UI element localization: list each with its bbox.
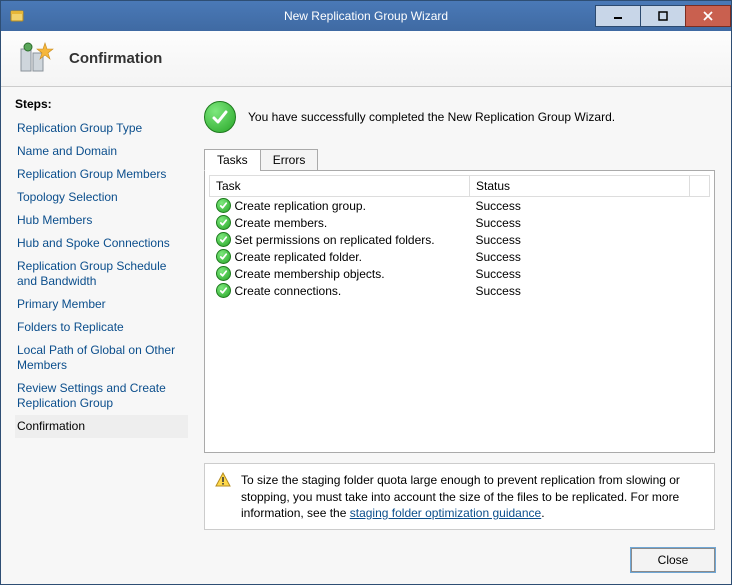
app-icon [7, 6, 27, 26]
success-check-icon [216, 283, 231, 298]
warning-icon [215, 472, 231, 488]
status-cell: Success [470, 248, 690, 265]
success-check-icon [216, 232, 231, 247]
wizard-step[interactable]: Replication Group Type [15, 117, 188, 140]
page-title: Confirmation [69, 50, 162, 67]
success-message: You have successfully completed the New … [248, 110, 615, 124]
tab-errors[interactable]: Errors [260, 149, 319, 171]
info-link[interactable]: staging folder optimization guidance [350, 506, 541, 520]
task-label: Create replication group. [235, 199, 366, 213]
table-row[interactable]: Create connections. Success [210, 282, 710, 299]
wizard-step[interactable]: Local Path of Global on Other Members [15, 339, 188, 377]
spacer-cell [690, 214, 710, 231]
status-cell: Success [470, 197, 690, 215]
success-check-icon [216, 215, 231, 230]
close-window-button[interactable] [685, 5, 731, 27]
results-tabs: TasksErrors [204, 149, 715, 171]
task-label: Create membership objects. [235, 267, 385, 281]
task-label: Set permissions on replicated folders. [235, 233, 435, 247]
results-table: TaskStatus Create replication group. Succ… [209, 175, 710, 299]
maximize-button[interactable] [640, 5, 686, 27]
task-cell: Create members. [210, 214, 470, 231]
wizard-step[interactable]: Review Settings and Create Replication G… [15, 377, 188, 415]
task-cell: Create replication group. [210, 197, 470, 215]
table-row[interactable]: Set permissions on replicated folders. Su… [210, 231, 710, 248]
spacer-cell [690, 248, 710, 265]
status-cell: Success [470, 214, 690, 231]
wizard-step[interactable]: Hub and Spoke Connections [15, 232, 188, 255]
spacer-cell [690, 231, 710, 248]
task-cell: Set permissions on replicated folders. [210, 231, 470, 248]
wizard-step[interactable]: Confirmation [15, 415, 188, 438]
info-text: To size the staging folder quota large e… [241, 472, 704, 521]
content-panel: You have successfully completed the New … [196, 87, 731, 536]
task-label: Create replicated folder. [235, 250, 362, 264]
wizard-footer: Close [1, 536, 731, 584]
info-text-suffix: . [541, 506, 544, 520]
wizard-step[interactable]: Topology Selection [15, 186, 188, 209]
success-check-icon [216, 249, 231, 264]
spacer-cell [690, 197, 710, 215]
table-row[interactable]: Create members. Success [210, 214, 710, 231]
wizard-stage-icon [15, 39, 55, 79]
info-note: To size the staging folder quota large e… [204, 463, 715, 530]
minimize-button[interactable] [595, 5, 641, 27]
wizard-window: New Replication Group Wizard Confirmatio… [0, 0, 732, 585]
wizard-body: Steps: Replication Group TypeName and Do… [1, 87, 731, 536]
success-banner: You have successfully completed the New … [204, 101, 715, 133]
window-controls [596, 5, 731, 27]
column-header[interactable]: Task [210, 176, 470, 197]
table-row[interactable]: Create replicated folder. Success [210, 248, 710, 265]
table-row[interactable]: Create replication group. Success [210, 197, 710, 215]
wizard-step[interactable]: Folders to Replicate [15, 316, 188, 339]
spacer-cell [690, 282, 710, 299]
column-header-spacer [690, 176, 710, 197]
task-label: Create connections. [235, 284, 342, 298]
task-cell: Create connections. [210, 282, 470, 299]
steps-heading: Steps: [15, 97, 188, 111]
close-button[interactable]: Close [631, 548, 715, 572]
results-table-frame: TaskStatus Create replication group. Succ… [204, 170, 715, 453]
wizard-step[interactable]: Replication Group Schedule and Bandwidth [15, 255, 188, 293]
column-header[interactable]: Status [470, 176, 690, 197]
titlebar: New Replication Group Wizard [1, 1, 731, 31]
success-check-icon [216, 266, 231, 281]
wizard-step[interactable]: Replication Group Members [15, 163, 188, 186]
wizard-header: Confirmation [1, 31, 731, 87]
success-check-icon [216, 198, 231, 213]
table-row[interactable]: Create membership objects. Success [210, 265, 710, 282]
task-cell: Create replicated folder. [210, 248, 470, 265]
success-icon [204, 101, 236, 133]
status-cell: Success [470, 231, 690, 248]
task-label: Create members. [235, 216, 328, 230]
wizard-step[interactable]: Hub Members [15, 209, 188, 232]
wizard-step[interactable]: Primary Member [15, 293, 188, 316]
status-cell: Success [470, 265, 690, 282]
task-cell: Create membership objects. [210, 265, 470, 282]
wizard-step[interactable]: Name and Domain [15, 140, 188, 163]
tab-tasks[interactable]: Tasks [204, 149, 261, 171]
steps-panel: Steps: Replication Group TypeName and Do… [1, 87, 196, 536]
status-cell: Success [470, 282, 690, 299]
spacer-cell [690, 265, 710, 282]
